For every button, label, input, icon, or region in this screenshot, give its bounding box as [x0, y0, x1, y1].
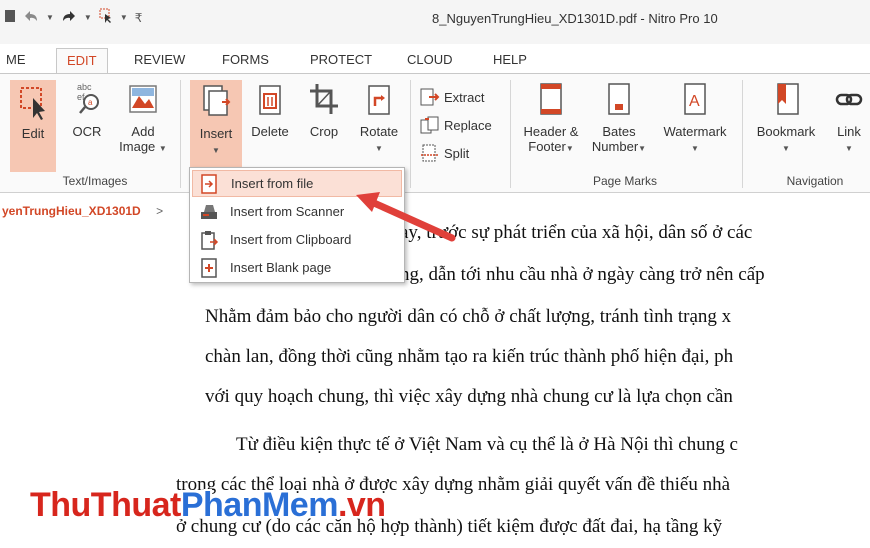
- rotate-button[interactable]: Rotate ▼: [354, 80, 404, 156]
- delete-button[interactable]: Delete: [246, 80, 294, 139]
- edit-icon: [20, 87, 45, 120]
- text-line: với quy hoạch chung, thì việc xây dựng n…: [205, 386, 733, 407]
- undo-dropdown-icon[interactable]: ▼: [46, 13, 54, 22]
- bookmark-icon: [777, 83, 799, 115]
- rotate-icon: [368, 85, 390, 115]
- blank-page-icon: [196, 257, 222, 278]
- crop-icon: [310, 84, 338, 114]
- group-label-text-images: Text/Images: [62, 174, 128, 188]
- group-divider: [742, 80, 743, 188]
- insert-from-clipboard-item[interactable]: Insert from Clipboard: [192, 226, 402, 253]
- clipboard-icon: [196, 230, 222, 250]
- extract-button[interactable]: Extract: [420, 88, 484, 106]
- undo-icon[interactable]: [23, 9, 39, 26]
- crop-button[interactable]: Crop: [302, 80, 346, 139]
- header-footer-icon: [540, 83, 562, 115]
- svg-text:a: a: [88, 98, 93, 107]
- ribbon-tabs: ME EDIT REVIEW FORMS PROTECT CLOUD HELP: [0, 48, 870, 74]
- group-label-navigation: Navigation: [786, 174, 844, 188]
- site-watermark-logo: ThuThuatPhanMem.vn: [30, 486, 386, 524]
- watermark-icon: A: [684, 83, 706, 115]
- group-divider: [180, 80, 181, 188]
- insert-from-scanner-item[interactable]: Insert from Scanner: [192, 198, 402, 225]
- ocr-button[interactable]: abc ef a OCR: [66, 80, 108, 139]
- edit-button[interactable]: Edit: [10, 80, 56, 172]
- bookmark-button[interactable]: Bookmark ▼: [750, 80, 822, 156]
- select-dropdown-icon[interactable]: ▼: [120, 13, 128, 22]
- group-label-page-marks: Page Marks: [592, 174, 658, 188]
- tab-review[interactable]: REVIEW: [124, 48, 195, 74]
- trash-icon: [259, 85, 281, 115]
- insert-from-file-item[interactable]: Insert from file: [192, 170, 402, 197]
- link-icon: [835, 93, 863, 106]
- save-icon[interactable]: [4, 9, 16, 26]
- title-bar: ▼ ▼ ▼ ₹ 8_NguyenTrungHieu_XD1301D.pdf - …: [0, 0, 870, 44]
- add-image-button[interactable]: Add Image ▼: [116, 80, 170, 156]
- group-divider: [510, 80, 511, 188]
- insert-icon: [203, 85, 231, 116]
- text-line: ay, trước sự phát triển của xã hội, dân …: [400, 222, 753, 243]
- insert-blank-page-item[interactable]: Insert Blank page: [192, 254, 402, 281]
- svg-text:abc: abc: [77, 82, 92, 92]
- replace-icon: [420, 116, 439, 134]
- split-icon: [421, 144, 438, 162]
- text-line: Nhằm đảm bảo cho người dân có chỗ ở chất…: [205, 306, 732, 327]
- extract-icon: [420, 88, 440, 106]
- text-line: Từ điều kiện thực tế ở Việt Nam và cụ th…: [236, 434, 738, 455]
- watermark-button[interactable]: A Watermark ▼: [656, 80, 734, 156]
- tab-help[interactable]: HELP: [483, 48, 537, 74]
- ocr-icon: abc ef a: [77, 82, 99, 114]
- select-tool-icon[interactable]: [99, 8, 113, 27]
- add-image-icon: [129, 85, 157, 113]
- insert-button[interactable]: Insert ▼: [190, 80, 242, 172]
- window-title: 8_NguyenTrungHieu_XD1301D.pdf - Nitro Pr…: [432, 11, 718, 26]
- tab-home[interactable]: ME: [0, 48, 36, 74]
- header-footer-button[interactable]: Header & Footer▼: [518, 80, 584, 156]
- tab-forms[interactable]: FORMS: [212, 48, 279, 74]
- group-divider: [410, 80, 411, 188]
- bates-number-icon: [608, 83, 630, 115]
- quick-access-toolbar: ▼ ▼ ▼ ₹: [4, 8, 142, 27]
- tab-cloud[interactable]: CLOUD: [397, 48, 463, 74]
- split-button[interactable]: Split: [420, 144, 469, 162]
- replace-button[interactable]: Replace: [420, 116, 492, 134]
- redo-icon[interactable]: [61, 9, 77, 26]
- text-line: ng, dẫn tới nhu cầu nhà ở ngày càng trở …: [400, 264, 765, 285]
- insert-dropdown-menu: Insert from file Insert from Scanner Ins…: [189, 167, 405, 283]
- redo-dropdown-icon[interactable]: ▼: [84, 13, 92, 22]
- ribbon: Edit abc ef a OCR Add Image ▼ Text/Image…: [0, 73, 870, 193]
- tab-edit[interactable]: EDIT: [56, 48, 108, 74]
- link-button[interactable]: Link ▼: [830, 80, 868, 156]
- text-line: chàn lan, đồng thời cũng nhằm tạo ra kiế…: [205, 346, 734, 367]
- tab-protect[interactable]: PROTECT: [300, 48, 382, 74]
- customize-qat-icon[interactable]: ₹: [135, 11, 143, 25]
- bates-number-button[interactable]: Bates Number▼: [588, 80, 650, 156]
- scanner-icon: [196, 202, 222, 222]
- svg-text:A: A: [689, 93, 700, 110]
- insert-file-icon: [197, 173, 223, 194]
